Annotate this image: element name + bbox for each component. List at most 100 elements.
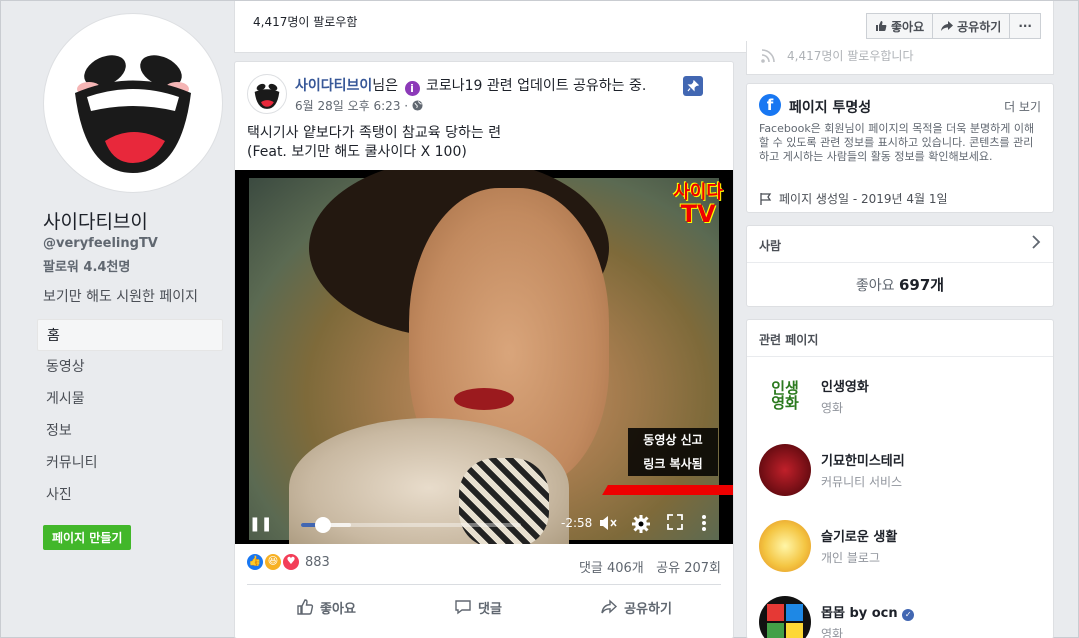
related-page-logo[interactable] bbox=[759, 444, 811, 496]
more-options-button[interactable]: ··· bbox=[1010, 13, 1041, 39]
video-player[interactable]: 사이다 TV 동영상 신고 링크 복사됨 ❚❚ -2:58 bbox=[235, 170, 733, 544]
comment-count[interactable]: 댓글 406개 bbox=[579, 561, 644, 576]
divider bbox=[747, 356, 1053, 357]
nav-item-community[interactable]: 커뮤니티 bbox=[37, 447, 223, 479]
menu-link-copied[interactable]: 링크 복사됨 bbox=[628, 452, 718, 476]
pin-icon[interactable] bbox=[683, 76, 703, 96]
divider bbox=[747, 262, 1053, 263]
chevron-icon bbox=[1032, 235, 1041, 249]
transparency-title: 페이지 투명성 bbox=[789, 100, 872, 116]
page-likes-label: 좋아요 bbox=[855, 278, 895, 294]
post-comment-button[interactable]: 댓글 bbox=[454, 590, 502, 624]
post-timestamp[interactable]: 6월 28일 오후 6:23 · bbox=[295, 97, 423, 114]
related-page-name[interactable]: 인생영화 bbox=[821, 376, 869, 395]
page-followers: 팔로워 4.4천명 bbox=[43, 260, 131, 275]
chevron-right-icon[interactable] bbox=[1031, 234, 1041, 253]
related-page-name[interactable]: 슬기로운 생활 bbox=[821, 526, 897, 545]
related-page-name-text: 몹몹 by ocn bbox=[821, 606, 898, 621]
people-card: 사람 좋아요 697개 bbox=[746, 225, 1054, 307]
engagement-counts: 댓글 406개 공유 207회 bbox=[579, 557, 721, 576]
pause-icon[interactable]: ❚❚ bbox=[249, 516, 272, 532]
haha-reaction-icon: 😆 bbox=[265, 554, 281, 570]
share-arrow-icon bbox=[601, 599, 618, 614]
create-page-button[interactable]: 페이지 만들기 bbox=[43, 525, 132, 550]
pushpin-icon bbox=[687, 79, 700, 92]
related-page-item[interactable]: 기묘한미스테리 커뮤니티 서비스 bbox=[759, 444, 905, 496]
facebook-logo-icon: f bbox=[759, 94, 781, 116]
expand-icon bbox=[667, 514, 683, 530]
pinned-post: 사이다티브이님은 i 코로나19 관련 업데이트 공유하는 중. 6월 28일 … bbox=[234, 61, 734, 638]
thumbs-up-icon bbox=[876, 21, 887, 31]
nav-item-home[interactable]: 홈 bbox=[37, 319, 223, 351]
page-handle: @veryfeelingTV bbox=[43, 236, 158, 251]
nav-item-about[interactable]: 정보 bbox=[37, 415, 223, 447]
time-remaining: -2:58 bbox=[561, 516, 593, 530]
nav-item-videos[interactable]: 동영상 bbox=[37, 351, 223, 383]
gear-icon bbox=[632, 515, 650, 533]
menu-report-video[interactable]: 동영상 신고 bbox=[628, 428, 718, 452]
related-page-logo-text: 인생영화 bbox=[771, 379, 799, 412]
page-avatar[interactable] bbox=[43, 13, 223, 193]
transparency-description: Facebook은 회원님이 페이지의 목적을 더욱 분명하게 이해할 수 있도… bbox=[759, 122, 1035, 163]
post-share-button[interactable]: 공유하기 bbox=[600, 590, 672, 624]
video-more-icon[interactable] bbox=[701, 514, 707, 536]
share-page-button[interactable]: 공유하기 bbox=[933, 13, 1011, 39]
share-arrow-icon bbox=[941, 21, 954, 31]
related-page-name[interactable]: 기묘한미스테리 bbox=[821, 450, 905, 469]
fullscreen-icon[interactable] bbox=[667, 514, 683, 534]
post-author-avatar[interactable] bbox=[247, 74, 287, 114]
page-created-row: 페이지 생성일 - 2019년 4월 1일 bbox=[759, 190, 948, 207]
video-progress-bar[interactable] bbox=[301, 523, 521, 527]
divider bbox=[247, 584, 721, 585]
share-count[interactable]: 공유 207회 bbox=[656, 561, 721, 576]
header-buttons: 좋아요 공유하기 ··· bbox=[866, 13, 1041, 39]
color-blocks-icon bbox=[767, 604, 803, 638]
info-icon: i bbox=[404, 81, 420, 96]
video-controls: ❚❚ -2:58 bbox=[235, 504, 733, 544]
nav-item-photos[interactable]: 사진 bbox=[37, 479, 223, 511]
related-page-item[interactable]: 인생영화 인생영화 영화 bbox=[759, 370, 869, 422]
post-text: 택시기사 얕보다가 족탱이 참교육 당하는 련 (Feat. 보기만 해도 쿨사… bbox=[247, 124, 501, 162]
progress-knob[interactable] bbox=[315, 517, 331, 533]
like-page-button[interactable]: 좋아요 bbox=[866, 13, 934, 39]
related-page-category: 개인 블로그 bbox=[821, 551, 881, 565]
related-page-name[interactable]: 몹몹 by ocn ✓ bbox=[821, 602, 915, 621]
post-like-label: 좋아요 bbox=[320, 601, 356, 617]
vertical-dots-icon bbox=[702, 515, 706, 531]
globe-icon bbox=[412, 100, 423, 111]
post-author-name[interactable]: 사이다티브이 bbox=[295, 78, 372, 94]
left-column: 사이다티브이 @veryfeelingTV 팔로워 4.4천명 보기만 해도 시… bbox=[1, 1, 233, 638]
speaker-muted-icon bbox=[600, 516, 617, 530]
flag-icon bbox=[760, 192, 772, 205]
share-page-label: 공유하기 bbox=[957, 19, 1002, 34]
like-reaction-icon: 👍 bbox=[247, 554, 263, 570]
verified-badge-icon: ✓ bbox=[902, 609, 915, 621]
post-share-label: 공유하기 bbox=[624, 601, 672, 617]
related-page-logo[interactable]: 인생영화 bbox=[759, 370, 811, 422]
settings-gear-icon[interactable] bbox=[631, 514, 651, 538]
reaction-summary[interactable]: 👍 😆 ♥ 883 bbox=[247, 554, 330, 570]
related-page-logo[interactable] bbox=[759, 520, 811, 572]
related-page-item[interactable]: 몹몹 by ocn ✓ 영화 bbox=[759, 596, 915, 638]
nav-item-posts[interactable]: 게시물 bbox=[37, 383, 223, 415]
thumbs-up-icon bbox=[297, 599, 314, 615]
related-page-category: 커뮤니티 서비스 bbox=[821, 475, 903, 489]
page-description: 보기만 해도 시원한 페이지 bbox=[43, 289, 199, 305]
people-title[interactable]: 사람 bbox=[759, 237, 781, 254]
related-page-category: 영화 bbox=[821, 401, 844, 415]
followers-count: 4,417명이 팔로우함 bbox=[253, 15, 358, 29]
page-nav: 홈 동영상 게시물 정보 커뮤니티 사진 bbox=[37, 319, 223, 511]
reaction-count: 883 bbox=[305, 554, 330, 570]
related-pages-card: 관련 페이지 인생영화 인생영화 영화 기묘한미스테리 커뮤니티 서비스 슬기로… bbox=[746, 319, 1054, 638]
page-name[interactable]: 사이다티브이 bbox=[43, 207, 148, 234]
post-text-line-2: (Feat. 보기만 해도 쿨사이다 X 100) bbox=[247, 144, 467, 160]
related-page-item[interactable]: 슬기로운 생활 개인 블로그 bbox=[759, 520, 897, 572]
transparency-see-more[interactable]: 더 보기 bbox=[1004, 98, 1041, 115]
mute-icon[interactable] bbox=[599, 514, 619, 536]
page-likes: 좋아요 697개 bbox=[747, 274, 1053, 295]
post-actions: 좋아요 댓글 공유하기 bbox=[247, 590, 721, 624]
related-page-logo[interactable] bbox=[759, 596, 811, 638]
post-like-button[interactable]: 좋아요 bbox=[296, 590, 356, 624]
laughing-face-icon bbox=[254, 83, 280, 109]
watermark-line-2: TV bbox=[680, 200, 716, 228]
